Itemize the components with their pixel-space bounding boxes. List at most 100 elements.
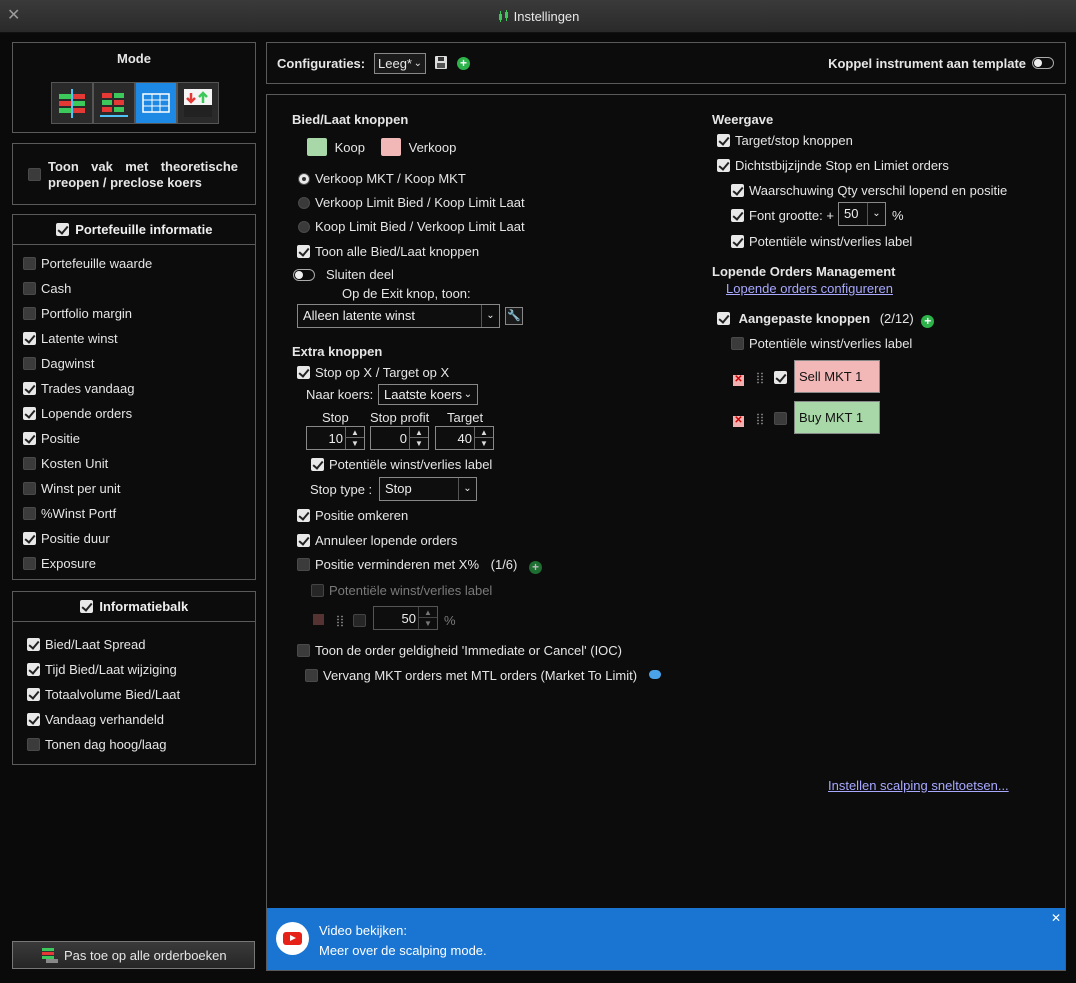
portfolio-item-checkbox[interactable] [23,532,36,545]
radio-option-0[interactable]: Verkoop MKT / Koop MKT [298,171,466,186]
infobar-item-checkbox[interactable] [27,663,40,676]
portfolio-item-checkbox[interactable] [23,482,36,495]
portfolio-item-checkbox[interactable] [23,432,36,445]
info-bubble-icon[interactable] [648,670,661,679]
portfolio-item-label: Positie duur [41,531,110,546]
close-icon[interactable]: ✕ [1051,911,1061,925]
infobar-item-checkbox[interactable] [27,713,40,726]
pot-label-checkbox[interactable] [731,235,744,248]
close-part-toggle[interactable] [293,269,315,281]
theoretical-checkbox[interactable] [28,168,41,181]
delete-icon[interactable]: ✕ [733,416,744,427]
portfolio-item-checkbox[interactable] [23,507,36,520]
font-size-select[interactable]: 50 ⌄ [838,202,886,226]
ladder-horizontal-icon [100,93,128,117]
mode-ladder-vertical-button[interactable] [51,82,93,124]
display-item-checkbox[interactable] [717,134,730,147]
delete-icon[interactable]: ✕ [733,375,744,386]
mode-panel: Mode [12,42,256,133]
add-config-icon[interactable]: + [457,57,470,70]
stepper-arrows[interactable]: ▲ ▼ [474,427,493,449]
infobar-item: Bied/Laat Spread [27,637,145,652]
exit-label: Op de Exit knop, toon: [342,286,471,301]
portfolio-item-checkbox[interactable] [23,382,36,395]
mode-buy-sell-arrows-button[interactable] [177,82,219,124]
infobar-item-label: Tonen dag hoog/laag [45,737,167,752]
save-icon[interactable] [435,56,447,69]
portfolio-heading-checkbox[interactable] [55,223,69,236]
stepper-arrows[interactable]: ▲ ▼ [345,427,364,449]
custom-buttons-checkbox[interactable] [717,312,730,325]
display-item-0: Target/stop knoppen [717,133,853,148]
portfolio-item-checkbox[interactable] [23,257,36,270]
drag-handle-icon[interactable] [755,372,764,384]
portfolio-item-checkbox[interactable] [23,457,36,470]
exit-select[interactable]: Alleen latente winst ⌄ [297,304,500,328]
infobar-item-checkbox[interactable] [27,688,40,701]
reverse-checkbox[interactable] [297,509,310,522]
stop-target-checkbox[interactable] [297,366,310,379]
portfolio-item: Kosten Unit [23,456,108,471]
portfolio-item-checkbox[interactable] [23,407,36,420]
font-size-checkbox[interactable] [731,209,744,222]
infobar-item-label: Bied/Laat Spread [45,637,146,652]
config-select[interactable]: Leeg* ⌄ [374,53,426,74]
show-all-checkbox[interactable] [297,245,310,258]
infobar-heading-checkbox[interactable] [79,600,93,613]
target-stepper[interactable]: 40 ▲ ▼ [435,426,494,450]
custom-pot-checkbox[interactable] [731,337,744,350]
portfolio-item-checkbox[interactable] [23,357,36,370]
stop-type-select[interactable]: Stop ⌄ [379,477,477,501]
qty-warning-checkbox[interactable] [731,184,744,197]
radio-button[interactable] [298,173,310,185]
sell-color-swatch[interactable] [381,138,401,156]
custom-button-sell[interactable]: Sell MKT 1 [794,360,880,393]
portfolio-item-checkbox[interactable] [23,307,36,320]
ioc-checkbox[interactable] [297,644,310,657]
mode-scalping-grid-button[interactable] [135,82,177,124]
infobar-item-checkbox[interactable] [27,638,40,651]
template-toggle[interactable] [1032,57,1054,69]
radio-button[interactable] [298,221,310,233]
configure-orders-link[interactable]: Lopende orders configureren [726,281,893,296]
drag-handle-icon[interactable] [755,413,764,425]
stop-stepper[interactable]: 10 ▲ ▼ [306,426,365,450]
wrench-icon[interactable]: 🔧 [505,307,523,325]
infobar-item: Vandaag verhandeld [27,712,164,727]
naar-koers-select[interactable]: Laatste koers ⌄ [378,384,478,405]
display-item-checkbox[interactable] [717,159,730,172]
buy-sell-arrows-icon [184,89,212,117]
scalping-shortcuts-link[interactable]: Instellen scalping sneltoetsen... [828,778,1009,793]
main-panel: Bied/Laat knoppen Koop Verkoop Verkoop M… [266,94,1066,971]
radio-option-2[interactable]: Koop Limit Bied / Verkoop Limit Laat [298,219,525,234]
video-banner[interactable]: Video bekijken: Meer over de scalping mo… [267,908,1065,970]
radio-option-1[interactable]: Verkoop Limit Bied / Koop Limit Laat [298,195,525,210]
portfolio-item-label: Cash [41,281,72,296]
custom-button-checkbox[interactable] [774,371,788,384]
stop-profit-stepper[interactable]: 0 ▲ ▼ [370,426,429,450]
add-reduce-icon[interactable]: + [529,561,542,574]
radio-button[interactable] [298,197,310,209]
col-stop-profit-label: Stop profit [370,410,430,425]
reduce-stepper: 50 ▲ ▼ [373,606,438,630]
reduce-value-row [313,613,367,628]
infobar-item-checkbox[interactable] [27,738,40,751]
display-sub-1: Font grootte: + [731,208,834,223]
buy-color-swatch[interactable] [307,138,327,156]
cancel-orders-checkbox[interactable] [297,534,310,547]
mode-ladder-horizontal-button[interactable] [93,82,135,124]
stepper-arrows[interactable]: ▲ ▼ [409,427,428,449]
chevron-down-icon: ⌄ [463,389,473,400]
add-custom-button-icon[interactable]: + [921,315,935,328]
portfolio-item-checkbox[interactable] [23,557,36,570]
ladder-vertical-icon [59,89,85,118]
stop-target-row: Stop op X / Target op X [297,365,449,380]
reduce-checkbox[interactable] [297,558,310,571]
portfolio-item-checkbox[interactable] [23,282,36,295]
custom-button-checkbox[interactable] [774,412,788,425]
pot-label-checkbox[interactable] [311,458,324,471]
custom-button-buy[interactable]: Buy MKT 1 [794,401,880,434]
mtl-checkbox[interactable] [305,669,318,682]
apply-all-button[interactable]: Pas toe op alle orderboeken [12,941,255,969]
portfolio-item-checkbox[interactable] [23,332,36,345]
